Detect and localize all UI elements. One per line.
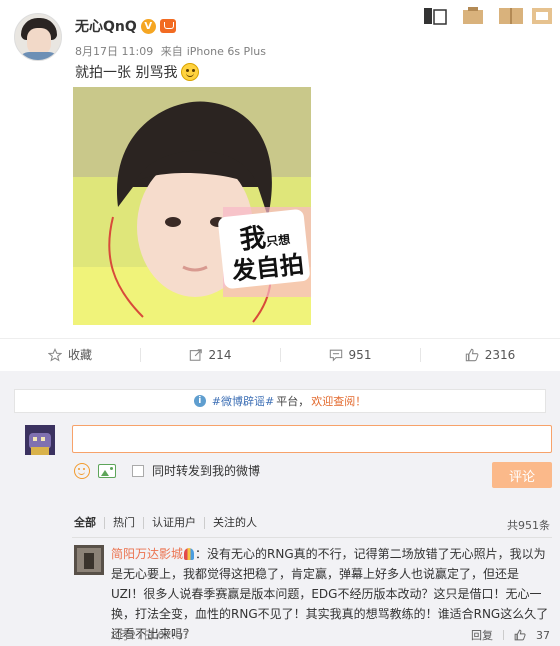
post-text: 就拍一张 别骂我	[75, 62, 200, 82]
decoration-icon	[532, 8, 552, 24]
like-count: 2316	[484, 347, 516, 362]
tab-verified[interactable]: 认证用户	[143, 517, 204, 529]
verified-badge-icon: V	[140, 18, 156, 34]
post-source[interactable]: iPhone 6s Plus	[187, 45, 266, 58]
also-repost-checkbox[interactable]	[132, 464, 144, 477]
divider	[72, 537, 552, 538]
comment-tools: 同时转发到我的微博	[74, 462, 260, 479]
submit-comment-button[interactable]: 评论	[492, 462, 552, 488]
balloon-badge-icon[interactable]	[184, 548, 195, 560]
reply-button[interactable]: 回复	[471, 627, 493, 643]
repost-icon	[189, 348, 202, 361]
my-avatar[interactable]	[25, 425, 55, 455]
user-name[interactable]: 无心QnQ	[75, 16, 137, 36]
also-repost-label[interactable]: 同时转发到我的微博	[152, 462, 260, 479]
favorite-label: 收藏	[67, 348, 92, 362]
rumor-topic-link[interactable]: #微博辟谣#	[212, 393, 274, 409]
tab-following[interactable]: 关注的人	[204, 517, 265, 529]
post-photo[interactable]: 我只想 发自拍	[73, 87, 311, 325]
repost-count: 214	[208, 347, 232, 362]
smile-emoji-icon	[181, 63, 200, 81]
comment-like-count: 37	[536, 628, 550, 642]
decoration-icon	[424, 8, 447, 25]
total-comments: 共951条	[507, 519, 550, 532]
emoji-icon[interactable]	[74, 462, 90, 479]
tab-all[interactable]: 全部	[74, 517, 104, 529]
sticker-word-small: 只想	[265, 232, 291, 249]
thumbs-up-icon	[465, 348, 479, 361]
comment-filter-tabs: 全部 热门 认证用户 关注的人	[74, 517, 265, 529]
commenter-name[interactable]: 简阳万达影城	[111, 547, 183, 561]
tab-hot[interactable]: 热门	[104, 517, 143, 529]
favorite-button[interactable]: 收藏	[0, 339, 140, 370]
image-icon[interactable]	[98, 463, 116, 478]
rumor-link[interactable]: 欢迎查阅！	[311, 393, 366, 409]
post-header: 无心QnQ V	[75, 17, 176, 35]
comment-time: 8月27日 07:07	[111, 629, 190, 642]
weibo-post: 无心QnQ V 8月17日 11:09 来自 iPhone 6s Plus 就拍一…	[0, 0, 560, 338]
star-icon	[47, 347, 62, 362]
commenter-avatar[interactable]	[74, 545, 104, 575]
comment-button[interactable]: 951	[280, 339, 420, 370]
decoration-icon	[463, 7, 483, 24]
comment-count: 951	[348, 347, 372, 362]
vip-badge-icon[interactable]	[159, 19, 176, 33]
like-button[interactable]: 2316	[420, 339, 560, 370]
comment-input[interactable]	[72, 425, 552, 453]
repost-button[interactable]: 214	[140, 339, 280, 370]
rumor-middle-text: 平台，	[276, 395, 310, 408]
user-avatar[interactable]	[14, 13, 62, 61]
selfie-image	[73, 87, 311, 325]
rumor-notice: i #微博辟谣# 平台， 欢迎查阅！	[14, 389, 546, 413]
comment-icon	[329, 349, 342, 362]
post-text-content: 就拍一张 别骂我	[75, 65, 178, 81]
post-meta: 8月17日 11:09 来自 iPhone 6s Plus	[75, 43, 270, 59]
separator	[503, 630, 504, 640]
comment-actions: 回复 37	[471, 627, 550, 643]
post-time[interactable]: 8月17日 11:09	[75, 45, 153, 58]
source-prefix: 来自	[160, 45, 183, 58]
decoration-icon	[499, 8, 523, 24]
sticker-word-1: 我	[238, 223, 268, 256]
photo-sticker: 我只想 发自拍	[220, 213, 311, 287]
thumbs-up-icon[interactable]	[514, 629, 526, 641]
post-actions: 收藏 214 951 2316	[0, 338, 560, 370]
info-icon: i	[193, 395, 206, 407]
